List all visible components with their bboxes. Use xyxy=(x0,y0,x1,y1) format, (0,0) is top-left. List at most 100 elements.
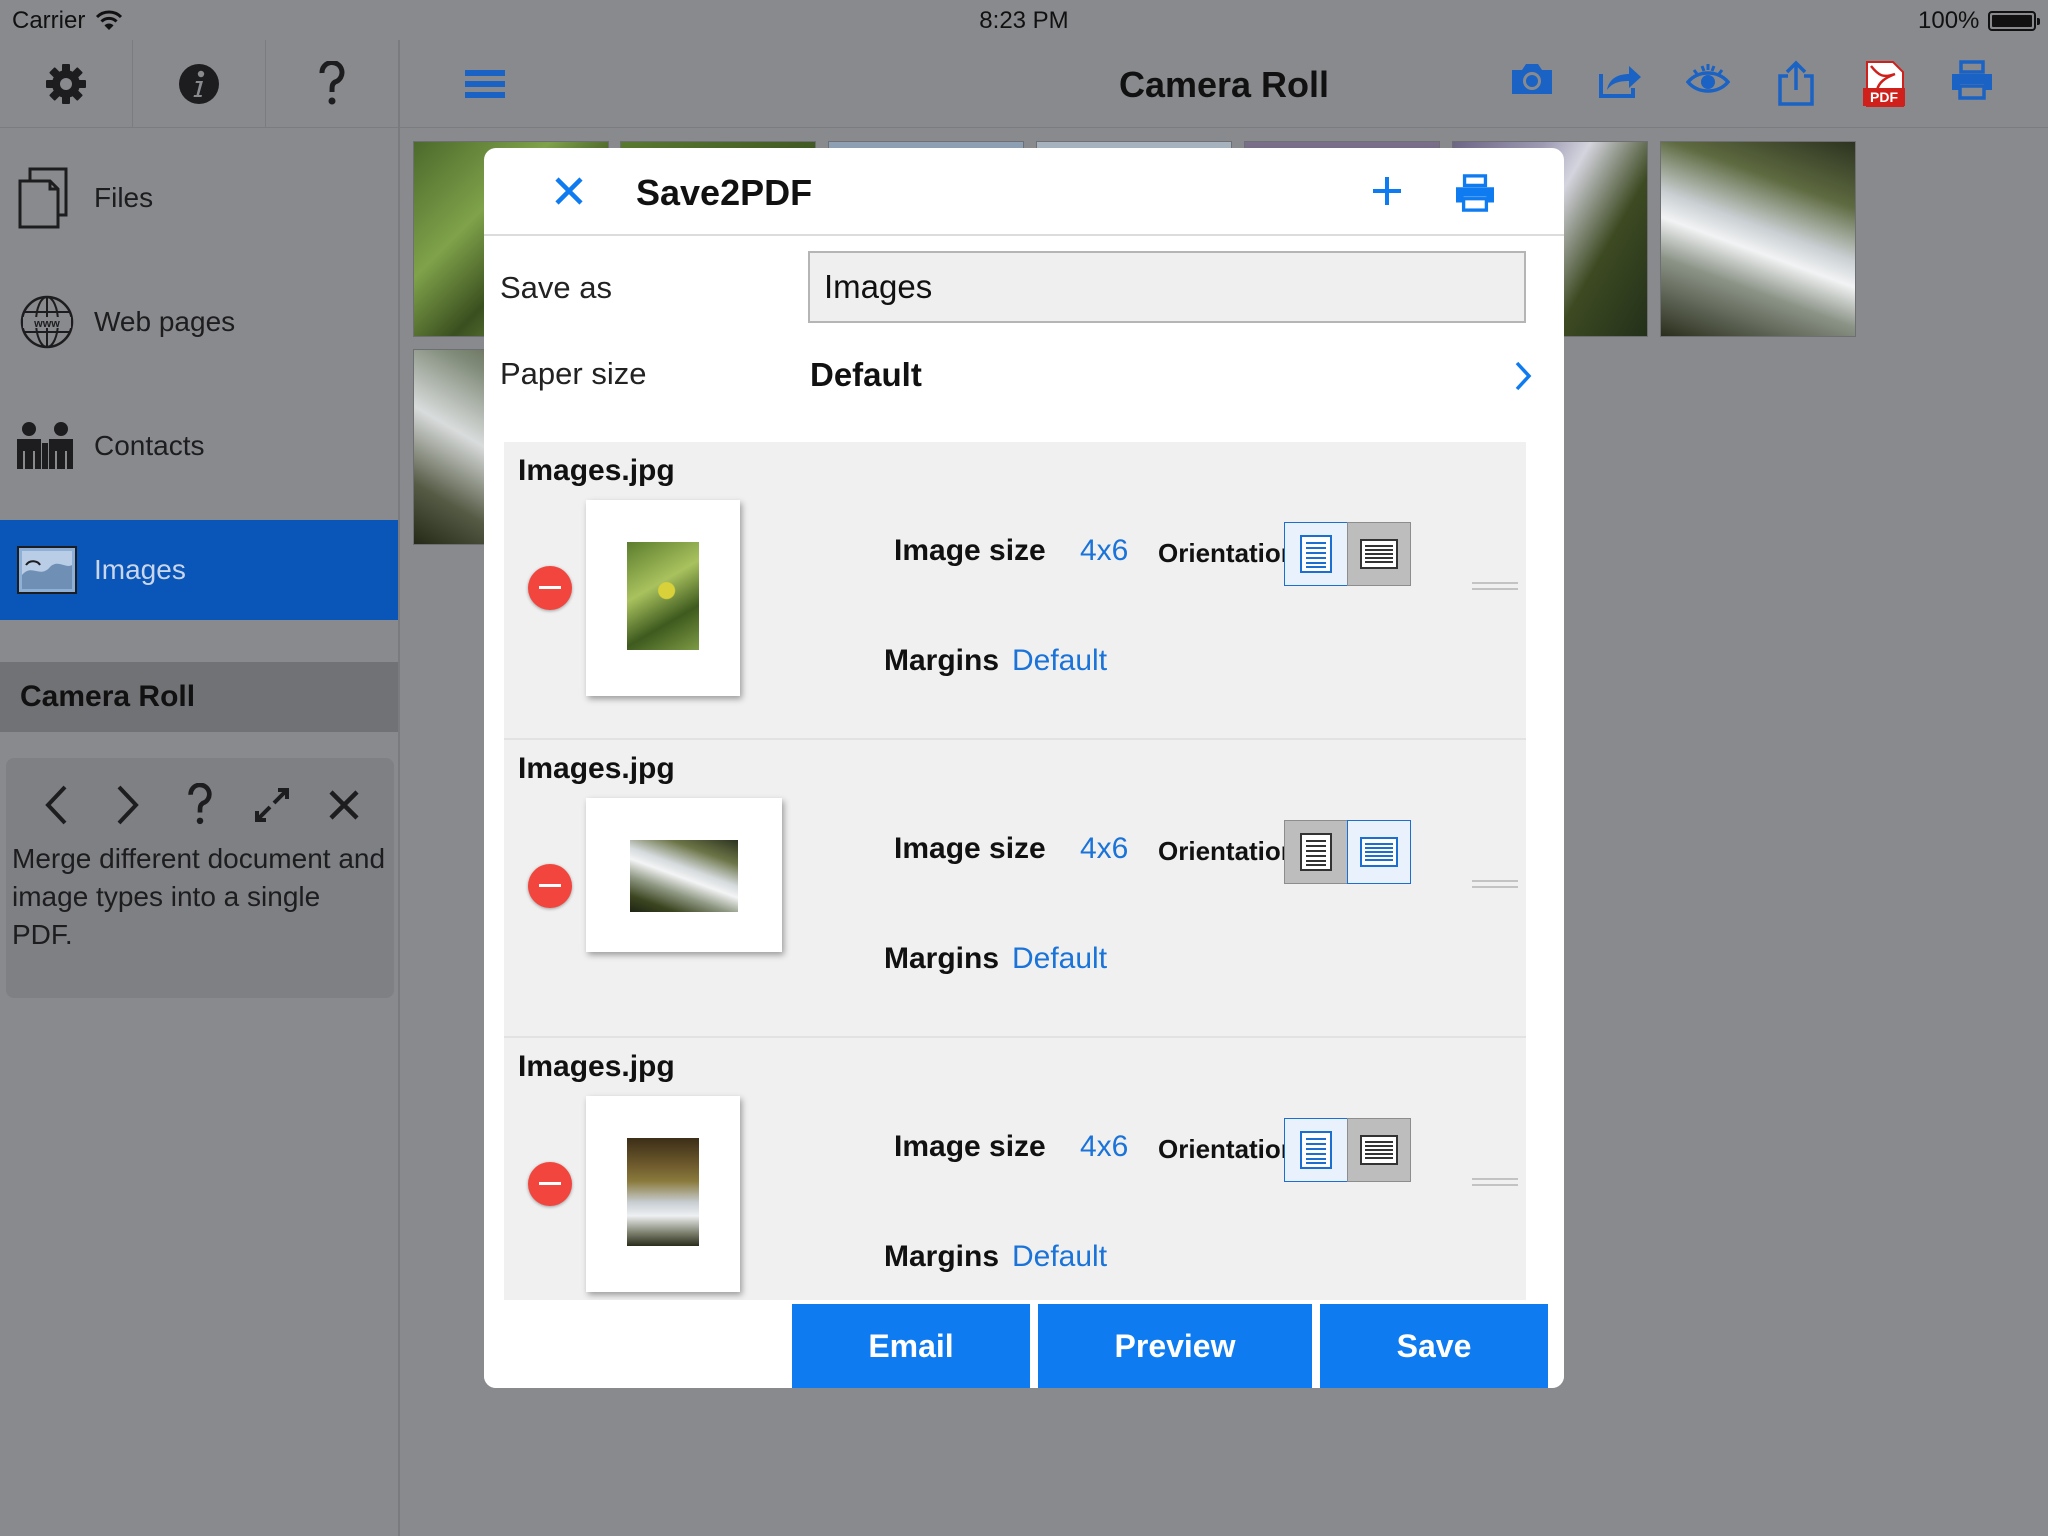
drag-handle[interactable] xyxy=(1472,582,1518,596)
help-button[interactable] xyxy=(266,40,398,127)
save-as-input[interactable]: Images xyxy=(808,251,1526,323)
image-size-value[interactable]: 4x6 xyxy=(1080,832,1128,866)
forward-button[interactable] xyxy=(1576,60,1664,108)
battery-icon xyxy=(1988,11,2040,31)
orientation-portrait-button[interactable] xyxy=(1284,522,1348,586)
close-dialog-button[interactable] xyxy=(552,174,586,208)
dialog-title: Save2PDF xyxy=(636,172,813,213)
email-button[interactable]: Email xyxy=(792,1304,1030,1388)
save2pdf-dialog: Save2PDF Save as Images Paper size Defau… xyxy=(484,148,1564,1388)
info-icon xyxy=(177,62,221,106)
remove-item-button[interactable] xyxy=(528,566,572,610)
expand-button[interactable] xyxy=(244,776,300,834)
clock: 8:23 PM xyxy=(979,7,1069,34)
gear-icon xyxy=(44,62,88,106)
sidebar-item-contacts[interactable]: Contacts xyxy=(0,396,398,496)
paper-size-chevron[interactable] xyxy=(1514,360,1532,392)
forward-icon xyxy=(1599,66,1641,98)
image-size-value[interactable]: 4x6 xyxy=(1080,534,1128,568)
save-as-label: Save as xyxy=(500,270,613,305)
pdf-item[interactable]: Images.jpg Image size 4x6 Orientation Ma… xyxy=(504,442,1526,740)
previous-button[interactable] xyxy=(28,776,84,834)
status-bar: Carrier 8:23 PM 100% xyxy=(0,0,2048,40)
item-filename: Images.jpg xyxy=(518,1050,675,1083)
preview-eye-button[interactable] xyxy=(1664,60,1752,108)
page-preview[interactable] xyxy=(586,500,740,696)
margins-value[interactable]: Default xyxy=(1012,942,1107,976)
drag-handle[interactable] xyxy=(1472,880,1518,894)
save-button[interactable]: Save xyxy=(1320,1304,1548,1388)
dialog-print-button[interactable] xyxy=(1454,174,1496,212)
sidebar-item-label: Web pages xyxy=(94,306,236,337)
chevron-right-icon xyxy=(1515,361,1532,391)
sidebar-divider xyxy=(398,40,400,1536)
eye-icon xyxy=(1686,64,1730,93)
photo-image xyxy=(627,1138,699,1246)
contacts-icon xyxy=(0,421,94,471)
dialog-footer: Email Preview Save xyxy=(484,1300,1564,1388)
orientation-portrait-button[interactable] xyxy=(1284,820,1348,884)
close-icon xyxy=(329,790,359,820)
next-button[interactable] xyxy=(100,776,156,834)
help-icon xyxy=(317,60,347,107)
share-button[interactable] xyxy=(1752,60,1840,108)
image-size-value[interactable]: 4x6 xyxy=(1080,1130,1128,1164)
section-title: Camera Roll xyxy=(0,662,398,732)
item-filename: Images.jpg xyxy=(518,752,675,785)
margins-label: Margins xyxy=(884,644,1000,677)
sidebar-item-files[interactable]: Files xyxy=(0,148,398,248)
settings-button[interactable] xyxy=(0,40,133,127)
drag-handle[interactable] xyxy=(1472,1178,1518,1192)
image-size-label: Image size xyxy=(894,832,1046,865)
svg-text:www: www xyxy=(33,318,60,330)
orientation-landscape-button[interactable] xyxy=(1347,522,1411,586)
sidebar-item-label: Images xyxy=(94,554,186,585)
orientation-portrait-button[interactable] xyxy=(1284,1118,1348,1182)
margins-label: Margins xyxy=(884,942,1000,975)
share-icon xyxy=(1778,60,1814,106)
sidebar: Files www Web pages Contacts Images Came… xyxy=(0,40,398,1536)
orientation-landscape-button[interactable] xyxy=(1347,820,1411,884)
sidebar-item-web-pages[interactable]: www Web pages xyxy=(0,272,398,372)
margins-value[interactable]: Default xyxy=(1012,644,1107,678)
photo-thumbnail[interactable] xyxy=(1660,141,1856,337)
image-size-label: Image size xyxy=(894,534,1046,567)
photo-image xyxy=(627,542,699,650)
margins-value[interactable]: Default xyxy=(1012,1240,1107,1274)
pdf-icon: PDF xyxy=(1863,61,1905,107)
paper-size-value[interactable]: Default xyxy=(810,356,922,394)
page-preview[interactable] xyxy=(586,798,782,952)
portrait-page-icon xyxy=(1300,1131,1332,1169)
help-text: Merge different document and image types… xyxy=(12,843,386,950)
portrait-page-icon xyxy=(1300,535,1332,573)
print-icon xyxy=(1952,60,1992,100)
plus-icon xyxy=(1373,177,1401,205)
preview-button[interactable]: Preview xyxy=(1038,1304,1312,1388)
main-toolbar: Camera Roll PDF xyxy=(400,40,2048,128)
pdf-item-list: Images.jpg Image size 4x6 Orientation Ma… xyxy=(504,442,1526,1300)
sidebar-item-label: Files xyxy=(94,182,154,213)
orientation-label: Orientation xyxy=(1158,538,1297,568)
svg-text:PDF: PDF xyxy=(1870,89,1898,105)
orientation-landscape-button[interactable] xyxy=(1347,1118,1411,1182)
sidebar-item-label: Contacts xyxy=(94,430,205,461)
remove-item-button[interactable] xyxy=(528,1162,572,1206)
pdf-item[interactable]: Images.jpg Image size 4x6 Orientation Ma… xyxy=(504,1038,1526,1300)
add-item-button[interactable] xyxy=(1370,174,1404,208)
sidebar-item-images[interactable]: Images xyxy=(0,520,398,620)
info-button[interactable] xyxy=(133,40,266,127)
help-tip-button[interactable] xyxy=(172,776,228,834)
paper-size-label: Paper size xyxy=(500,356,647,391)
print-button[interactable] xyxy=(1928,60,2016,108)
photo-image xyxy=(630,840,738,912)
camera-icon xyxy=(1512,64,1552,94)
dialog-header: Save2PDF xyxy=(484,148,1564,236)
remove-item-button[interactable] xyxy=(528,864,572,908)
help-nav xyxy=(6,758,394,834)
pdf-item[interactable]: Images.jpg Image size 4x6 Orientation Ma… xyxy=(504,740,1526,1038)
camera-button[interactable] xyxy=(1488,60,1576,108)
page-preview[interactable] xyxy=(586,1096,740,1292)
pdf-button[interactable]: PDF xyxy=(1840,60,1928,108)
landscape-page-icon xyxy=(1360,837,1398,867)
close-help-button[interactable] xyxy=(316,776,372,834)
